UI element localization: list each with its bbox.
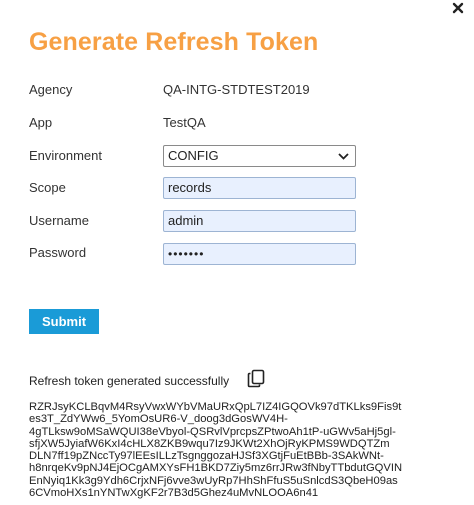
dialog-title: Generate Refresh Token — [29, 28, 319, 56]
scope-input[interactable]: records — [163, 177, 356, 199]
success-message: Refresh token generated successfully — [29, 374, 230, 388]
username-input[interactable]: admin — [163, 210, 356, 232]
submit-button[interactable]: Submit — [29, 309, 99, 334]
token-line: es3T_ZdYWw6_5YomOsUR6-V_doog3dGosWV4H- — [29, 413, 288, 426]
refresh-token-text: RZRJsyKCLBqvM4RsyVwxWYbVMaURxQpL7IZ4IGQO… — [29, 401, 449, 499]
agency-label: Agency — [29, 82, 73, 97]
app-value: TestQA — [163, 115, 206, 130]
environment-selected-value: CONFIG — [168, 148, 219, 163]
close-icon-glyph — [452, 2, 464, 14]
password-label: Password — [29, 245, 87, 260]
token-line: EnNyiq1Kk3g9Ydh6CrjxNFj6vve3wUyRp7HhShFf… — [29, 474, 398, 487]
token-line: DLN7ff19pZNccTy97lEEsILLzTsgnggozaHJSf3X… — [29, 450, 384, 463]
password-input[interactable]: ••••••• — [163, 243, 356, 265]
close-icon[interactable] — [451, 2, 465, 16]
agency-value: QA-INTG-STDTEST2019 — [163, 82, 310, 97]
token-line: sfjXW5JyiafW6KxI4cHLX8ZKB9wqu7Iz9JKWt2Xh… — [29, 437, 390, 450]
app-row: App TestQA — [29, 115, 449, 137]
app-label: App — [29, 115, 53, 130]
copy-icon[interactable] — [247, 369, 265, 388]
environment-select[interactable]: CONFIG — [163, 145, 356, 167]
agency-row: Agency QA-INTG-STDTEST2019 — [29, 82, 449, 104]
token-line: RZRJsyKCLBqvM4RsyVwxWYbVMaURxQpL7IZ4IGQO… — [29, 401, 402, 413]
chevron-down-icon — [338, 153, 349, 160]
generate-token-dialog: Generate Refresh Token Agency QA-INTG-ST… — [0, 0, 474, 505]
username-row: Username admin — [29, 210, 449, 235]
token-line: 4gTLksw9oMSaWQUI38eVbyol-QSRvlVprcpsZPtw… — [29, 425, 396, 438]
token-line: h8nrqeKv9pNJ4EjOCgAMXYsFH1BKD7Ziy5mz6rrJ… — [29, 462, 403, 475]
username-label: Username — [29, 213, 89, 228]
scope-label: Scope — [29, 180, 66, 195]
password-row: Password ••••••• — [29, 243, 449, 267]
environment-label: Environment — [29, 148, 102, 163]
environment-row: Environment CONFIG — [29, 145, 449, 170]
token-line: 6CVmoHXs1nYNTwXgKF2r7B3d5Ghez4uMvNLOOA6n… — [29, 487, 319, 500]
scope-row: Scope records — [29, 177, 449, 202]
